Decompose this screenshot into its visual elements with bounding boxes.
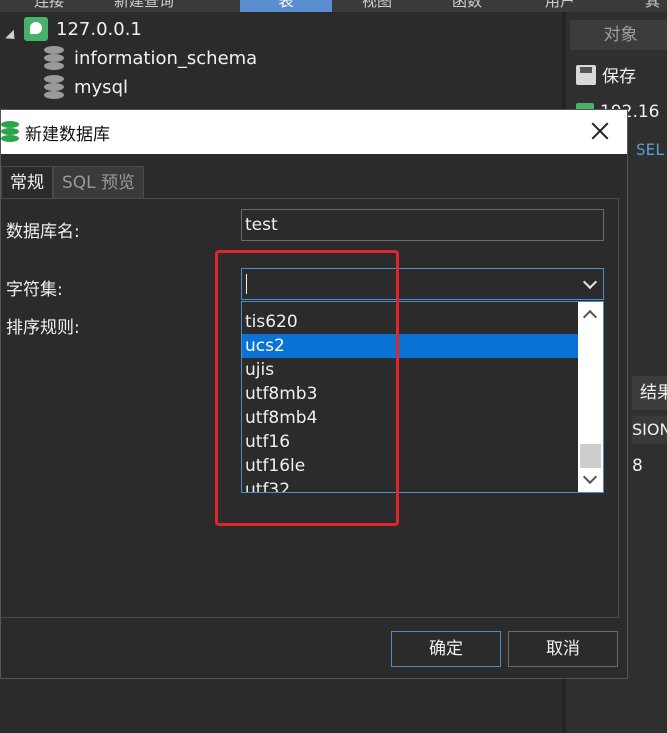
dialog-tabs: 常规 SQL 预览: [1, 166, 145, 198]
save-label: 保存: [602, 67, 636, 87]
dropdown-option[interactable]: utf8mb4: [242, 406, 578, 430]
toolbar-tab-view[interactable]: 视图: [362, 0, 392, 12]
dropdown-option[interactable]: utf8mb3: [242, 382, 578, 406]
toolbar-tab-connect[interactable]: 连接: [34, 0, 64, 12]
tab-sql-preview[interactable]: SQL 预览: [53, 166, 145, 198]
dropdown-option[interactable]: ujis: [242, 358, 578, 382]
toolbar-tab-function[interactable]: 函数: [452, 0, 482, 12]
scrollbar-thumb[interactable]: [580, 444, 601, 468]
save-button[interactable]: 保存: [576, 62, 636, 87]
text-cursor: [246, 274, 247, 294]
toolbar-tab-table[interactable]: 表: [240, 0, 332, 12]
database-icon: [44, 46, 64, 70]
tab-objects[interactable]: 对象: [570, 20, 667, 50]
toolbar-tab-user[interactable]: 用户: [545, 0, 575, 12]
toolbar-tab-other[interactable]: 其: [645, 0, 660, 12]
dropdown-option[interactable]: utf16le: [242, 454, 578, 478]
dropdown-option[interactable]: tis620: [242, 310, 578, 334]
connection-label: 127.0.0.1: [56, 18, 142, 40]
charset-label: 字符集:: [6, 280, 63, 300]
dialog-titlebar[interactable]: 新建数据库: [1, 110, 627, 154]
close-icon[interactable]: [587, 118, 613, 144]
top-toolbar: 连接 新建查询 表 视图 函数 用户 其: [0, 0, 667, 12]
tab-result[interactable]: 结果: [632, 376, 667, 410]
new-database-dialog: 新建数据库 常规 SQL 预览 数据库名: 字符集: 排序规则: tis620 …: [0, 109, 628, 679]
mysql-connection-icon: [24, 17, 48, 41]
charset-select[interactable]: [241, 268, 604, 300]
tree-item-connection[interactable]: 127.0.0.1: [24, 14, 142, 44]
expand-caret-icon[interactable]: [5, 29, 19, 44]
sql-editor-text[interactable]: SEL: [636, 140, 665, 159]
database-name-input[interactable]: [241, 209, 604, 241]
database-label: mysql: [74, 76, 128, 98]
dropdown-option-selected[interactable]: ucs2: [242, 334, 578, 358]
toolbar-tab-new-query[interactable]: 新建查询: [114, 0, 174, 12]
database-icon: [44, 75, 64, 99]
scroll-down-icon[interactable]: [582, 469, 598, 485]
background-area: [0, 680, 562, 733]
scroll-up-icon[interactable]: [582, 309, 598, 325]
tree-item-database[interactable]: mysql: [44, 72, 128, 102]
cancel-button[interactable]: 取消: [508, 631, 618, 667]
save-icon: [576, 64, 596, 85]
collation-label: 排序规则:: [6, 318, 80, 338]
dropdown-option[interactable]: utf32: [242, 478, 578, 492]
tab-general[interactable]: 常规: [1, 166, 53, 198]
dropdown-scrollbar[interactable]: [578, 302, 603, 492]
chevron-down-icon[interactable]: [582, 274, 598, 290]
database-name-label: 数据库名:: [6, 222, 80, 242]
database-icon: [1, 121, 19, 143]
database-label: information_schema: [74, 47, 258, 69]
charset-dropdown-list[interactable]: tis620 ucs2 ujis utf8mb3 utf8mb4 utf16 u…: [241, 301, 604, 493]
dialog-title: 新建数据库: [25, 124, 110, 145]
ok-button[interactable]: 确定: [391, 631, 501, 667]
object-tree: 127.0.0.1 information_schema mysql: [0, 12, 562, 112]
dropdown-option[interactable]: utf16: [242, 430, 578, 454]
result-cell[interactable]: 8: [632, 456, 643, 476]
tree-item-database[interactable]: information_schema: [44, 43, 257, 73]
result-column-header[interactable]: SION(: [632, 416, 667, 444]
